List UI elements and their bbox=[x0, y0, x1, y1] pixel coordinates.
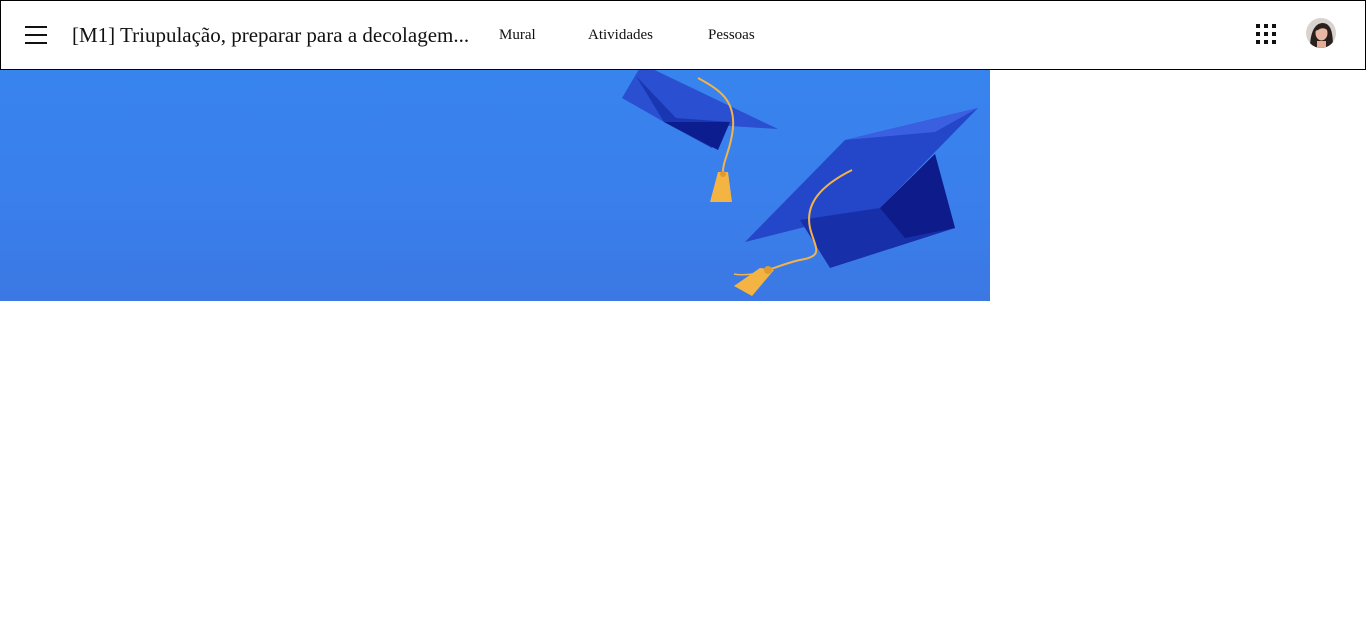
class-banner bbox=[0, 70, 990, 301]
tab-atividades[interactable]: Atividades bbox=[588, 26, 653, 44]
graduation-caps-illustration bbox=[622, 70, 978, 296]
course-title[interactable]: [M1] Triupulação, preparar para a decola… bbox=[72, 23, 469, 47]
apps-grid-icon[interactable] bbox=[1256, 24, 1276, 44]
graduation-cap-small bbox=[622, 70, 778, 202]
user-avatar[interactable] bbox=[1306, 18, 1336, 48]
tab-mural[interactable]: Mural bbox=[499, 26, 536, 44]
top-app-bar: [M1] Triupulação, preparar para a decola… bbox=[0, 0, 1366, 70]
avatar-image bbox=[1306, 18, 1336, 48]
graduation-cap-large bbox=[733, 108, 978, 296]
tab-pessoas[interactable]: Pessoas bbox=[708, 26, 755, 44]
hamburger-menu-icon[interactable] bbox=[24, 24, 48, 46]
